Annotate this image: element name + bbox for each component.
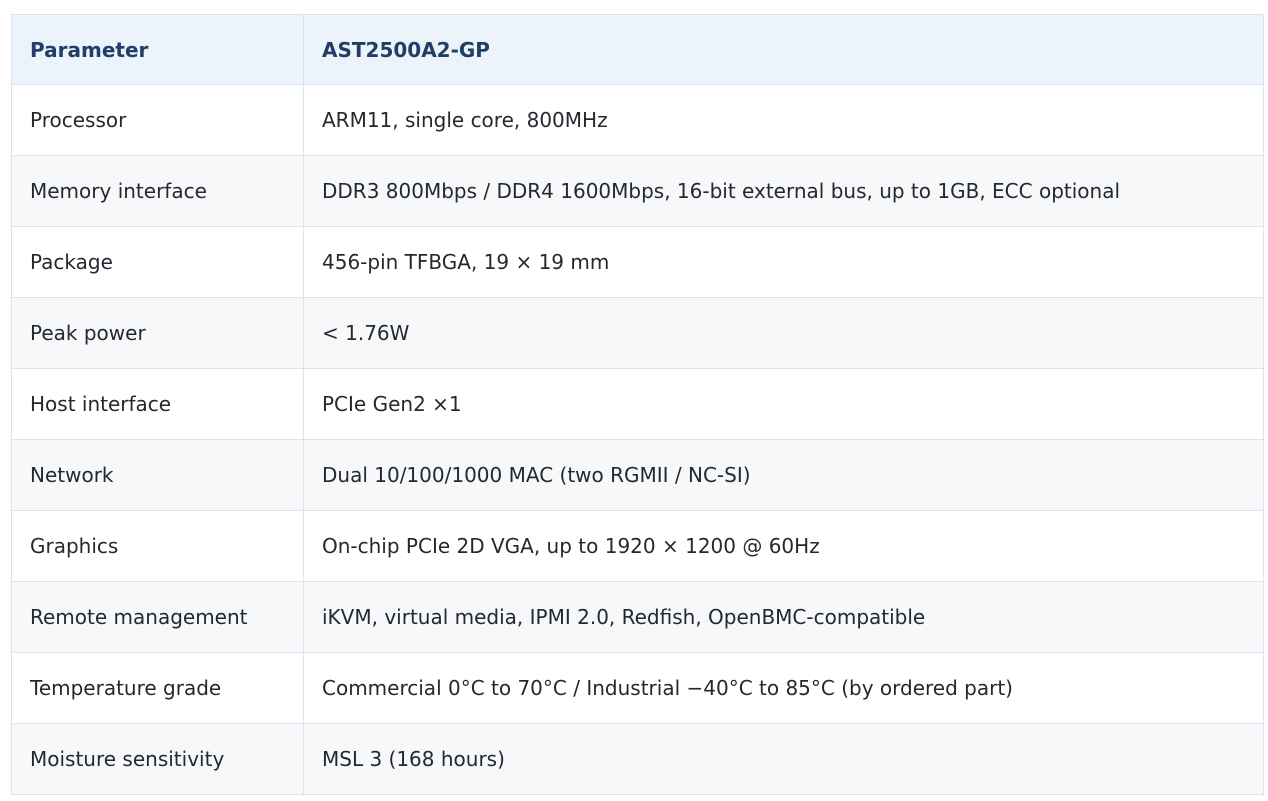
table-row: Graphics On-chip PCIe 2D VGA, up to 1920… xyxy=(11,510,1264,582)
parameter-cell: Peak power xyxy=(11,297,304,369)
parameter-cell: Package xyxy=(11,226,304,298)
value-cell: MSL 3 (168 hours) xyxy=(303,723,1264,795)
value-cell: PCIe Gen2 ×1 xyxy=(303,368,1264,440)
table-header: Parameter AST2500A2-GP xyxy=(11,14,1264,85)
table-row: Network Dual 10/100/1000 MAC (two RGMII … xyxy=(11,439,1264,511)
table-row: Temperature grade Commercial 0°C to 70°C… xyxy=(11,652,1264,724)
parameter-cell: Graphics xyxy=(11,510,304,582)
value-cell: 456-pin TFBGA, 19 × 19 mm xyxy=(303,226,1264,298)
table-row: Remote management iKVM, virtual media, I… xyxy=(11,581,1264,653)
table-row: Package 456-pin TFBGA, 19 × 19 mm xyxy=(11,226,1264,298)
header-parameter: Parameter xyxy=(11,14,304,85)
parameter-cell: Network xyxy=(11,439,304,511)
table-row: Processor ARM11, single core, 800MHz xyxy=(11,84,1264,156)
value-cell: < 1.76W xyxy=(303,297,1264,369)
value-cell: Commercial 0°C to 70°C / Industrial −40°… xyxy=(303,652,1264,724)
table-row: Moisture sensitivity MSL 3 (168 hours) xyxy=(11,723,1264,795)
table-body: Processor ARM11, single core, 800MHz Mem… xyxy=(11,84,1264,795)
parameter-cell: Memory interface xyxy=(11,155,304,227)
header-part-number: AST2500A2-GP xyxy=(303,14,1264,85)
table-row: Host interface PCIe Gen2 ×1 xyxy=(11,368,1264,440)
parameter-cell: Processor xyxy=(11,84,304,156)
value-cell: iKVM, virtual media, IPMI 2.0, Redfish, … xyxy=(303,581,1264,653)
value-cell: DDR3 800Mbps / DDR4 1600Mbps, 16-bit ext… xyxy=(303,155,1264,227)
parameter-cell: Temperature grade xyxy=(11,652,304,724)
parameter-cell: Moisture sensitivity xyxy=(11,723,304,795)
table-row: Peak power < 1.76W xyxy=(11,297,1264,369)
parameter-cell: Remote management xyxy=(11,581,304,653)
header-row: Parameter AST2500A2-GP xyxy=(11,14,1264,85)
value-cell: On-chip PCIe 2D VGA, up to 1920 × 1200 @… xyxy=(303,510,1264,582)
value-cell: ARM11, single core, 800MHz xyxy=(303,84,1264,156)
value-cell: Dual 10/100/1000 MAC (two RGMII / NC-SI) xyxy=(303,439,1264,511)
parameter-cell: Host interface xyxy=(11,368,304,440)
spec-table: Parameter AST2500A2-GP Processor ARM11, … xyxy=(11,14,1264,795)
table-row: Memory interface DDR3 800Mbps / DDR4 160… xyxy=(11,155,1264,227)
